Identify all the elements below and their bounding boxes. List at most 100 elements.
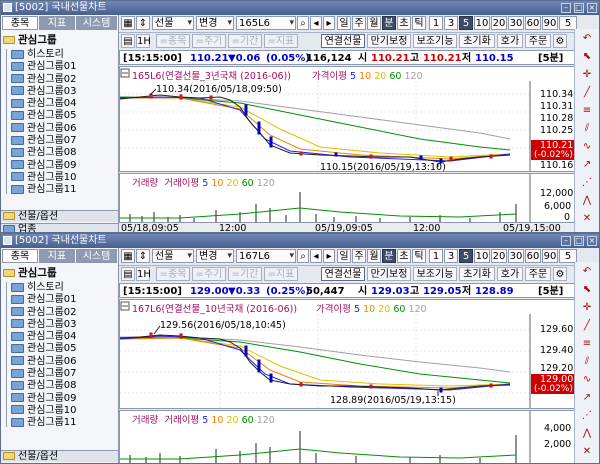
aux-function-button[interactable]: 보조기능 (413, 34, 457, 48)
minimize-icon[interactable]: – (561, 236, 571, 246)
expiry-adjust-button[interactable]: 만기보정 (367, 267, 411, 281)
arrow-icon[interactable]: ↗ (578, 157, 596, 172)
grid-icon[interactable]: ▤ (121, 34, 135, 48)
tree-item-history[interactable]: 히스토리 (11, 49, 77, 61)
prev-icon[interactable]: ◂ (310, 16, 322, 30)
indicator-button[interactable]: =지표 (264, 267, 298, 281)
interval-3[interactable]: 3 (444, 249, 458, 263)
tree-item-group09[interactable]: 관심그룹09 (11, 160, 77, 172)
tree-item-group03[interactable]: 관심그룹03 (11, 86, 77, 98)
hour-icon[interactable]: 1H (136, 267, 151, 281)
tree-item-history[interactable]: 히스토리 (11, 282, 77, 294)
delete-icon[interactable]: ✕ (578, 444, 596, 459)
tree-item-group10[interactable]: 관심그룹10 (11, 405, 77, 417)
window-title-bar[interactable]: [5002] 국내선물차트 – □ × (1, 234, 599, 248)
trendline-icon[interactable]: ╱ (578, 318, 596, 333)
tree-item-group10[interactable]: 관심그룹10 (11, 172, 77, 184)
period-tick[interactable]: 틱 (412, 16, 426, 30)
instrument-type-select[interactable]: 선물 (152, 249, 194, 263)
trendline-icon[interactable]: ╱ (578, 85, 596, 100)
change-select[interactable]: 변경 (196, 16, 234, 30)
period-month[interactable]: 월 (367, 16, 381, 30)
period-week[interactable]: 주 (352, 16, 366, 30)
interval-30[interactable]: 30 (508, 16, 524, 30)
volume-chart-panel[interactable]: 거래량 거래이평 5 10 20 60 120 4,000 2,000 (119, 410, 579, 463)
cycle-button[interactable]: =주기 (192, 267, 226, 281)
fibonacci-icon[interactable]: ≡ (578, 336, 596, 351)
settings-icon[interactable]: ⚙ (553, 267, 567, 281)
cycle-button[interactable]: =주기 (192, 34, 226, 48)
tree-item-group08[interactable]: 관심그룹08 (11, 380, 77, 392)
tree-item-group11[interactable]: 관심그룹11 (11, 417, 77, 429)
order-button[interactable]: 주문 (525, 267, 551, 281)
pointer-icon[interactable]: ⬉ (578, 282, 596, 297)
group-header[interactable]: 관심그룹 (3, 266, 57, 280)
fan-icon[interactable]: ⋰ (578, 408, 596, 423)
tree-item-group06[interactable]: 관심그룹06 (11, 356, 77, 368)
continuous-futures-button[interactable]: 연결선물 (321, 34, 365, 48)
tab-stock[interactable]: 종목 (2, 249, 38, 263)
tree-item-group03[interactable]: 관심그룹03 (11, 319, 77, 331)
tree-item-group08[interactable]: 관심그룹08 (11, 147, 77, 159)
tree-item-group01[interactable]: 관심그룹01 (11, 294, 77, 306)
interval-30[interactable]: 30 (508, 249, 524, 263)
wave-icon[interactable]: ∿ (578, 372, 596, 387)
stock-compare-button[interactable]: =종목 (156, 267, 190, 281)
arrow-icon[interactable]: ↗ (578, 390, 596, 405)
period-minute[interactable]: 분 (382, 16, 396, 30)
search-icon[interactable]: ⌕ (297, 16, 309, 30)
close-icon[interactable]: × (587, 3, 597, 13)
zigzag-icon[interactable]: ⋀ (578, 193, 596, 208)
tab-system[interactable]: 시스템 (76, 16, 117, 30)
channel-icon[interactable]: ⫽ (578, 354, 596, 369)
wave-icon[interactable]: ∿ (578, 139, 596, 154)
crosshair-icon[interactable]: ✛ (578, 67, 596, 82)
interval-5[interactable]: 5 (459, 249, 473, 263)
pointer-icon[interactable]: ⬉ (578, 49, 596, 64)
instrument-type-select[interactable]: 선물 (152, 16, 194, 30)
interval-3[interactable]: 3 (444, 16, 458, 30)
interval-custom-input[interactable]: 5 (559, 249, 577, 263)
tree-item-group02[interactable]: 관심그룹02 (11, 307, 77, 319)
period-tick[interactable]: 틱 (412, 249, 426, 263)
close-icon[interactable]: × (587, 236, 597, 246)
interval-90[interactable]: 90 (542, 16, 558, 30)
code-input[interactable]: 167L6 (236, 249, 296, 263)
tab-indicator[interactable]: 지표 (39, 249, 75, 263)
interval-1[interactable]: 1 (429, 249, 443, 263)
range-button[interactable]: =기간 (228, 267, 262, 281)
reset-button[interactable]: 초기화 (459, 267, 495, 281)
interval-60[interactable]: 60 (525, 249, 541, 263)
range-button[interactable]: =기간 (228, 34, 262, 48)
tree-item-group05[interactable]: 관심그룹05 (11, 343, 77, 355)
tab-stock[interactable]: 종목 (2, 16, 38, 30)
period-minute[interactable]: 분 (382, 249, 396, 263)
channel-icon[interactable]: ⫽ (578, 121, 596, 136)
orderbook-button[interactable]: 호가 (497, 34, 523, 48)
orderbook-button[interactable]: 호가 (497, 267, 523, 281)
interval-20[interactable]: 20 (491, 249, 507, 263)
fibonacci-icon[interactable]: ≡ (578, 103, 596, 118)
minimize-icon[interactable]: – (561, 3, 571, 13)
reset-button[interactable]: 초기화 (459, 34, 495, 48)
sidebar-footer-futures-options[interactable]: 선물/옵션 (1, 210, 118, 222)
interval-60[interactable]: 60 (525, 16, 541, 30)
interval-90[interactable]: 90 (542, 249, 558, 263)
code-input[interactable]: 165L6 (236, 16, 296, 30)
next-icon[interactable]: ▸ (323, 16, 335, 30)
change-select[interactable]: 변경 (196, 249, 234, 263)
undo-icon[interactable]: ↶ (578, 264, 596, 279)
tree-item-group04[interactable]: 관심그룹04 (11, 98, 77, 110)
aux-function-button[interactable]: 보조기능 (413, 267, 457, 281)
grid-icon[interactable]: ▦ (121, 16, 135, 30)
period-week[interactable]: 주 (352, 249, 366, 263)
group-header[interactable]: 관심그룹 (3, 33, 57, 47)
interval-5[interactable]: 5 (459, 16, 473, 30)
grid-icon[interactable]: ▦ (121, 249, 135, 263)
tree-item-group11[interactable]: 관심그룹11 (11, 184, 77, 196)
grid-icon[interactable]: ▤ (121, 267, 135, 281)
tree-item-group09[interactable]: 관심그룹09 (11, 393, 77, 405)
search-icon[interactable]: ⌕ (297, 249, 309, 263)
tree-item-group07[interactable]: 관심그룹07 (11, 368, 77, 380)
pin-icon[interactable]: ⇕ (136, 249, 150, 263)
